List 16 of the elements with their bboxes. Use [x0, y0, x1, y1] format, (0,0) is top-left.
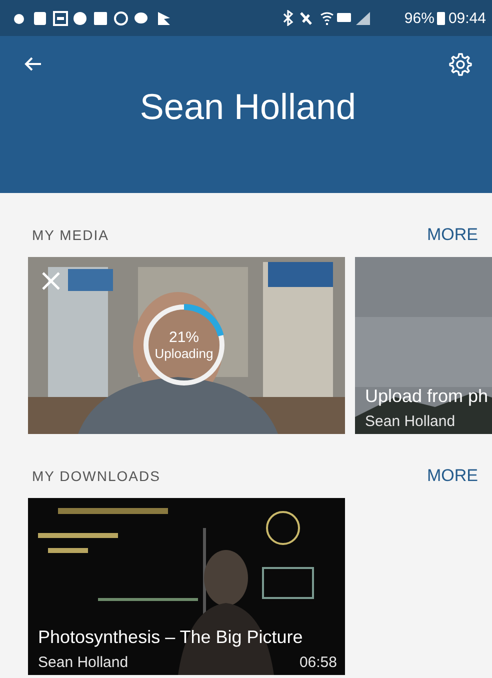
more-link[interactable]: MORE — [427, 466, 478, 486]
uploading-media-card[interactable]: 21% Uploading — [28, 257, 345, 434]
video-duration: 06:58 — [299, 654, 337, 671]
section-title: MY DOWNLOADS — [32, 468, 160, 484]
upload-percentage: 21% — [168, 329, 200, 346]
upload-status: Uploading — [154, 346, 214, 361]
video-author: Sean Holland — [38, 654, 128, 671]
profile-name: Sean Holland — [138, 86, 358, 128]
video-card[interactable]: Upload from ph Sean Holland — [355, 257, 492, 434]
battery-percentage: 96% — [404, 10, 434, 26]
section-title: MY MEDIA — [32, 227, 109, 243]
video-author: Sean Holland — [365, 413, 456, 430]
clock-time: 09:44 — [448, 10, 486, 26]
video-title: Upload from ph — [365, 386, 490, 407]
video-title: Photosynthesis – The Big Picture — [38, 627, 304, 648]
more-link[interactable]: MORE — [427, 225, 478, 245]
